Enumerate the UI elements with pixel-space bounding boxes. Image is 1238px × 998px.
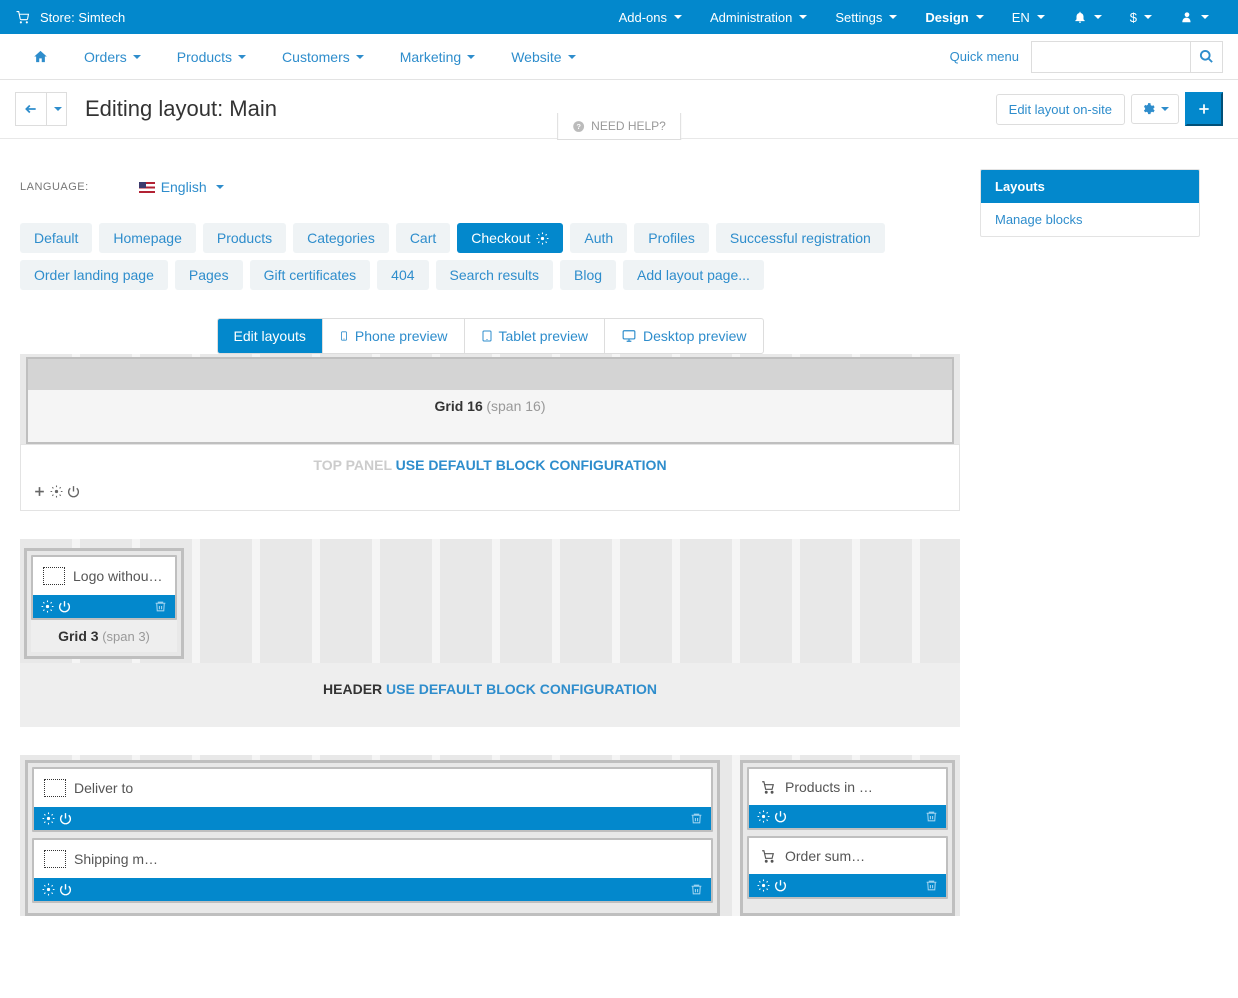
quick-menu[interactable]: Quick menu: [950, 49, 1019, 64]
tab-default[interactable]: Default: [20, 223, 92, 253]
power-icon[interactable]: [59, 883, 72, 896]
menu-design[interactable]: Design: [911, 0, 997, 34]
tab-products[interactable]: Products: [203, 223, 286, 253]
back-button[interactable]: [15, 92, 47, 126]
block-label: Deliver to: [74, 780, 133, 796]
tab-pages[interactable]: Pages: [175, 260, 243, 290]
tab-edit-layouts[interactable]: Edit layouts: [218, 319, 323, 353]
tab-profiles[interactable]: Profiles: [634, 223, 709, 253]
trash-icon[interactable]: [925, 810, 938, 823]
block-icon: [43, 567, 65, 585]
need-help-tab[interactable]: ? NEED HELP?: [557, 113, 681, 140]
block-label: Logo withou…: [73, 568, 163, 584]
svg-text:?: ?: [576, 122, 581, 131]
menu-settings[interactable]: Settings: [821, 0, 911, 34]
top-panel-use-default-link[interactable]: USE DEFAULT BLOCK CONFIGURATION: [396, 457, 667, 473]
block-card[interactable]: Products in …: [747, 767, 948, 830]
search-button[interactable]: [1191, 41, 1223, 73]
content-left-grid[interactable]: Deliver to Shipping m…: [25, 760, 720, 916]
view-mode-tabs: Edit layouts Phone preview Tablet previe…: [217, 318, 764, 354]
trash-icon[interactable]: [154, 600, 167, 613]
sidebar-item-layouts[interactable]: Layouts: [981, 170, 1199, 203]
gear-icon[interactable]: [50, 485, 63, 498]
tab-successful-registration[interactable]: Successful registration: [716, 223, 885, 253]
block-label: Shipping m…: [74, 851, 158, 867]
power-icon[interactable]: [67, 485, 80, 498]
store-label[interactable]: Store: Simtech: [40, 10, 125, 25]
power-icon[interactable]: [774, 879, 787, 892]
top-panel-label: TOP PANEL: [313, 457, 391, 473]
menu-lang[interactable]: EN: [998, 0, 1059, 34]
trash-icon[interactable]: [690, 883, 703, 896]
header-label: HEADER: [323, 681, 382, 697]
gear-icon[interactable]: [757, 879, 770, 892]
language-label: LANGUAGE:: [20, 181, 89, 193]
nav-marketing[interactable]: Marketing: [382, 34, 493, 80]
flag-icon: [139, 182, 155, 193]
header-use-default-link[interactable]: USE DEFAULT BLOCK CONFIGURATION: [386, 681, 657, 697]
main-nav: Orders Products Customers Marketing Webs…: [0, 34, 1238, 80]
search-wrap: [1031, 41, 1223, 73]
nav-customers[interactable]: Customers: [264, 34, 382, 80]
user-icon[interactable]: [1166, 0, 1223, 34]
power-icon[interactable]: [59, 812, 72, 825]
back-dropdown[interactable]: [47, 92, 67, 126]
nav-website[interactable]: Website: [493, 34, 593, 80]
tab-404[interactable]: 404: [377, 260, 428, 290]
tab-gift-certificates[interactable]: Gift certificates: [250, 260, 371, 290]
tab-add-layout-page-[interactable]: Add layout page...: [623, 260, 764, 290]
tab-checkout[interactable]: Checkout: [457, 223, 563, 253]
tab-desktop-preview[interactable]: Desktop preview: [605, 319, 763, 353]
content-right-grid[interactable]: Products in … Order sum…: [740, 760, 955, 916]
settings-dropdown[interactable]: [1131, 94, 1179, 124]
add-icon[interactable]: [33, 485, 46, 498]
layout-pages-tabs: DefaultHomepageProductsCategoriesCartChe…: [20, 223, 960, 290]
tab-search-results[interactable]: Search results: [436, 260, 553, 290]
notifications-icon[interactable]: [1059, 0, 1116, 34]
tab-order-landing-page[interactable]: Order landing page: [20, 260, 168, 290]
grid3-container[interactable]: Logo withou… Grid 3 (span 3): [24, 548, 184, 659]
tab-phone-preview[interactable]: Phone preview: [323, 319, 465, 353]
nav-home[interactable]: [15, 34, 66, 80]
power-icon[interactable]: [774, 810, 787, 823]
block-label: Products in …: [785, 779, 873, 795]
tab-tablet-preview[interactable]: Tablet preview: [465, 319, 606, 353]
trash-icon[interactable]: [925, 879, 938, 892]
tab-blog[interactable]: Blog: [560, 260, 616, 290]
block-card[interactable]: Shipping m…: [32, 838, 713, 903]
add-button[interactable]: [1185, 92, 1223, 126]
topbar: Store: Simtech Add-ons Administration Se…: [0, 0, 1238, 34]
tab-auth[interactable]: Auth: [570, 223, 627, 253]
gear-icon[interactable]: [42, 883, 55, 896]
sidebar-panel: Layouts Manage blocks: [980, 169, 1200, 237]
gear-icon[interactable]: [41, 600, 54, 613]
page-title: Editing layout: Main: [85, 96, 277, 122]
edit-layout-onsite-button[interactable]: Edit layout on-site: [996, 94, 1125, 125]
gear-icon[interactable]: [42, 812, 55, 825]
block-card[interactable]: Deliver to: [32, 767, 713, 832]
language-select[interactable]: English: [139, 179, 224, 195]
gear-icon[interactable]: [757, 810, 770, 823]
search-input[interactable]: [1031, 41, 1191, 73]
tab-cart[interactable]: Cart: [396, 223, 450, 253]
block-label: Order sum…: [785, 848, 865, 864]
sidebar-item-manage-blocks[interactable]: Manage blocks: [981, 203, 1199, 236]
grid16-box[interactable]: Grid 16 (span 16): [26, 390, 954, 444]
power-icon[interactable]: [58, 600, 71, 613]
menu-addons[interactable]: Add-ons: [605, 0, 696, 34]
tab-homepage[interactable]: Homepage: [99, 223, 196, 253]
tab-categories[interactable]: Categories: [293, 223, 389, 253]
nav-orders[interactable]: Orders: [66, 34, 159, 80]
menu-currency[interactable]: $: [1116, 0, 1166, 34]
menu-administration[interactable]: Administration: [696, 0, 821, 34]
nav-products[interactable]: Products: [159, 34, 264, 80]
trash-icon[interactable]: [690, 812, 703, 825]
block-card[interactable]: Order sum…: [747, 836, 948, 899]
cart-icon: [15, 11, 30, 24]
